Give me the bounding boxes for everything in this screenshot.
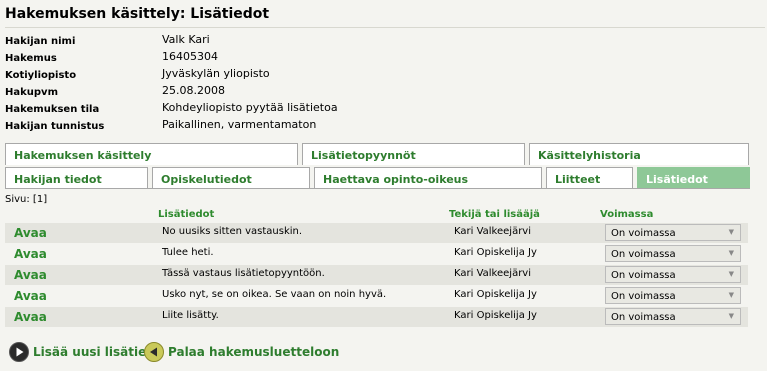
status-value: On voimassa [611, 249, 676, 260]
author: Kari Opiskelija Jy [454, 289, 537, 300]
info-label: Hakupvm [5, 87, 58, 98]
info-text: Tulee heti. [162, 247, 214, 258]
tab-lisatiedot[interactable]: Lisätiedot [637, 167, 750, 189]
chevron-down-icon: ▼ [728, 291, 734, 299]
back-to-list-label: Palaa hakemusluetteloon [168, 345, 340, 359]
chevron-down-icon: ▼ [728, 228, 734, 236]
tab-kasittelyhistoria[interactable]: Käsittelyhistoria [529, 143, 749, 165]
info-value: 16405304 [162, 50, 218, 63]
status-value: On voimassa [611, 228, 676, 239]
author: Kari Opiskelija Jy [454, 310, 537, 321]
info-label: Hakemus [5, 53, 57, 64]
pagination: Sivu: [1] [5, 194, 48, 205]
info-label: Hakemuksen tila [5, 104, 100, 115]
status-select[interactable]: On voimassa ▼ [605, 266, 741, 283]
table-row: Avaa Liite lisätty. Kari Opiskelija Jy O… [5, 307, 748, 327]
tab-lisatietopyynnot[interactable]: Lisätietopyynnöt [302, 143, 525, 165]
column-header-author: Tekijä tai lisääjä [449, 209, 540, 220]
column-header-info: Lisätiedot [158, 209, 215, 220]
chevron-down-icon: ▼ [728, 249, 734, 257]
open-link[interactable]: Avaa [14, 247, 47, 261]
chevron-down-icon: ▼ [728, 312, 734, 320]
tab-opiskelutiedot[interactable]: Opiskelutiedot [152, 167, 310, 189]
status-select[interactable]: On voimassa ▼ [605, 224, 741, 241]
tab-hakijan-tiedot[interactable]: Hakijan tiedot [5, 167, 148, 189]
open-link[interactable]: Avaa [14, 289, 47, 303]
status-select[interactable]: On voimassa ▼ [605, 287, 741, 304]
info-text: Usko nyt, se on oikea. Se vaan on noin h… [162, 289, 387, 300]
table-row: Avaa Tässä vastaus lisätietopyyntöön. Ka… [5, 265, 748, 285]
status-value: On voimassa [611, 312, 676, 323]
info-value: Valk Kari [162, 33, 210, 46]
open-link[interactable]: Avaa [14, 310, 47, 324]
table-row: Avaa No uusiks sitten vastauskin. Kari V… [5, 223, 748, 243]
tab-baseline [5, 188, 750, 189]
author: Kari Valkeejärvi [454, 226, 532, 237]
open-link[interactable]: Avaa [14, 268, 47, 282]
title-divider [5, 27, 765, 28]
info-text: Tässä vastaus lisätietopyyntöön. [162, 268, 325, 279]
status-select[interactable]: On voimassa ▼ [605, 308, 741, 325]
tab-haettava-opinto-oikeus[interactable]: Haettava opinto-oikeus [314, 167, 542, 189]
status-select[interactable]: On voimassa ▼ [605, 245, 741, 262]
play-right-icon [9, 342, 29, 362]
info-value: Kohdeyliopisto pyytää lisätietoa [162, 101, 338, 114]
table-row: Avaa Usko nyt, se on oikea. Se vaan on n… [5, 286, 748, 306]
info-text: Liite lisätty. [162, 310, 219, 321]
info-label: Kotiyliopisto [5, 70, 77, 81]
tab-hakemuksen-kasittely[interactable]: Hakemuksen käsittely [5, 143, 298, 165]
arrow-left-icon [144, 342, 164, 362]
info-text: No uusiks sitten vastauskin. [162, 226, 303, 237]
info-value: Jyväskylän yliopisto [162, 67, 270, 80]
tab-liitteet[interactable]: Liitteet [546, 167, 633, 189]
column-header-status: Voimassa [600, 209, 654, 220]
page-title: Hakemuksen käsittely: Lisätiedot [5, 6, 270, 22]
open-link[interactable]: Avaa [14, 226, 47, 240]
info-label: Hakijan nimi [5, 36, 76, 47]
chevron-down-icon: ▼ [728, 270, 734, 278]
author: Kari Opiskelija Jy [454, 247, 537, 258]
info-label: Hakijan tunnistus [5, 121, 105, 132]
status-value: On voimassa [611, 291, 676, 302]
status-value: On voimassa [611, 270, 676, 281]
author: Kari Valkeejärvi [454, 268, 532, 279]
add-info-label: Lisää uusi lisätieto [33, 345, 161, 359]
table-row: Avaa Tulee heti. Kari Opiskelija Jy On v… [5, 244, 748, 264]
info-value: Paikallinen, varmentamaton [162, 118, 317, 131]
info-value: 25.08.2008 [162, 84, 225, 97]
